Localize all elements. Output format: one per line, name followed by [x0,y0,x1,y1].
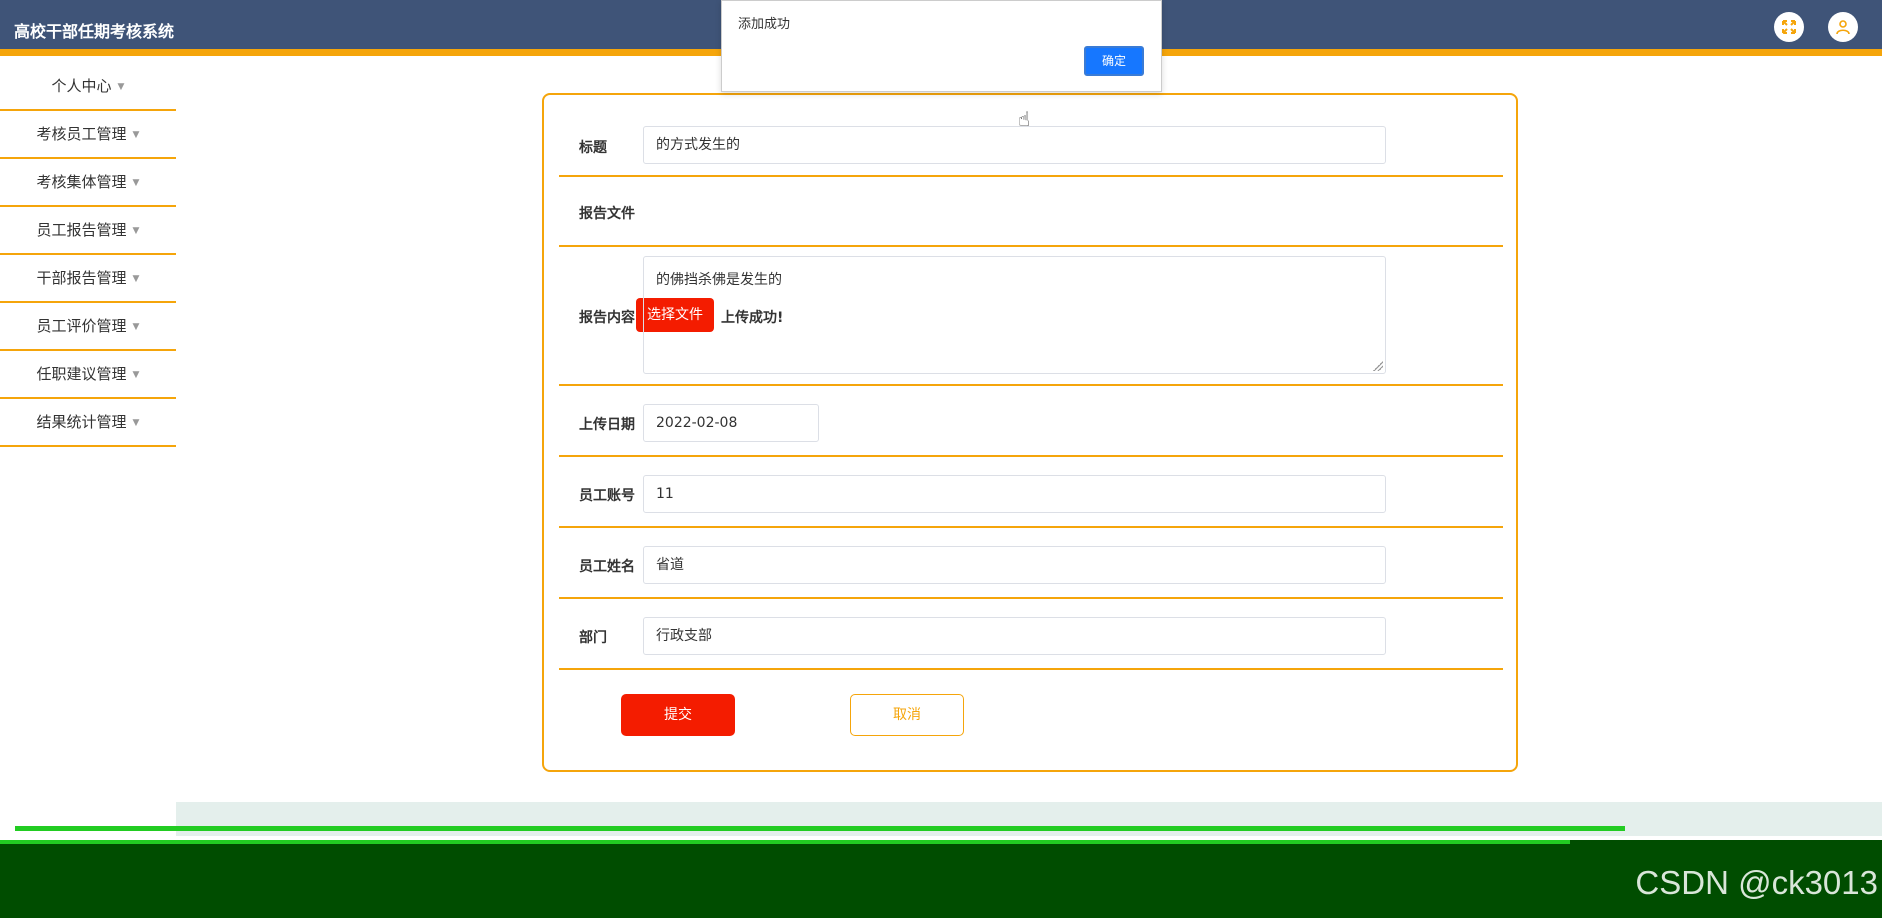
sidebar-item-employee-report[interactable]: 员工报告管理 ▼ [0,207,176,255]
sidebar-item-label: 个人中心 [51,77,112,95]
dialog-message: 添加成功 [738,17,791,32]
user-icon[interactable] [1828,12,1858,42]
caret-down-icon: ▼ [132,226,140,236]
employee-name-input[interactable]: 省道 [643,546,1386,584]
employee-account-label: 员工账号 [579,488,635,504]
report-form: 标题 的方式发生的 报告文件 选择文件 上传成功! 报告内容 的佛挡杀佛是发生的… [542,93,1518,772]
caret-down-icon: ▼ [132,418,140,428]
footer-band [0,840,1882,918]
upload-date-input[interactable]: 2022-02-08 [643,404,819,442]
form-row-employee-name: 员工姓名 省道 [559,528,1503,599]
form-row-report-file: 报告文件 [559,177,1503,247]
title-input[interactable]: 的方式发生的 [643,126,1386,164]
sidebar-item-label: 员工报告管理 [36,221,127,239]
department-input[interactable]: 行政支部 [643,617,1386,655]
report-content-textarea[interactable]: 的佛挡杀佛是发生的 [643,256,1386,374]
caret-down-icon: ▼ [117,82,125,92]
report-content-text: 的佛挡杀佛是发生的 [656,272,782,288]
sidebar-item-label: 员工评价管理 [36,317,127,335]
sidebar-item-assess-group[interactable]: 考核集体管理 ▼ [0,159,176,207]
cancel-button[interactable]: 取消 [850,694,964,736]
app-title: 高校干部任期考核系统 [14,22,175,41]
dialog-ok-button[interactable]: 确定 [1084,46,1144,76]
sidebar-item-appointment-advice[interactable]: 任职建议管理 ▼ [0,351,176,399]
resize-handle-icon[interactable] [1373,361,1383,371]
caret-down-icon: ▼ [132,370,140,380]
form-row-employee-account: 员工账号 11 [559,457,1503,528]
sidebar-item-label: 干部报告管理 [36,269,127,287]
form-row-title: 标题 的方式发生的 [559,95,1503,177]
sidebar-item-cadre-report[interactable]: 干部报告管理 ▼ [0,255,176,303]
sidebar-item-label: 考核员工管理 [36,125,127,143]
sidebar-item-assess-employee[interactable]: 考核员工管理 ▼ [0,111,176,159]
employee-account-input[interactable]: 11 [643,475,1386,513]
caret-down-icon: ▼ [132,178,140,188]
report-content-label: 报告内容 [579,310,635,326]
watermark: CSDN @ck3013 [1635,864,1878,901]
sidebar-item-result-statistics[interactable]: 结果统计管理 ▼ [0,399,176,447]
sidebar: 个人中心 ▼ 考核员工管理 ▼ 考核集体管理 ▼ 员工报告管理 ▼ 干部报告管理 ▼ 员工… [0,63,176,447]
title-label: 标题 [579,140,607,156]
divider [15,826,1625,831]
divider [0,840,1570,844]
department-label: 部门 [579,630,607,646]
sidebar-item-label: 结果统计管理 [36,413,127,431]
sidebar-item-employee-evaluation[interactable]: 员工评价管理 ▼ [0,303,176,351]
submit-button[interactable]: 提交 [621,694,735,736]
caret-down-icon: ▼ [132,274,140,284]
sidebar-item-label: 任职建议管理 [36,365,127,383]
form-row-department: 部门 行政支部 [559,599,1503,670]
employee-name-label: 员工姓名 [579,559,635,575]
alert-dialog: 添加成功 确定 [721,0,1162,92]
report-file-label: 报告文件 [579,206,635,222]
hand-cursor-icon: ☝ [1018,107,1031,131]
sidebar-item-label: 考核集体管理 [36,173,127,191]
caret-down-icon: ▼ [132,322,140,332]
sidebar-item-personal-center[interactable]: 个人中心 ▼ [0,63,176,111]
caret-down-icon: ▼ [132,130,140,140]
form-row-upload-date: 上传日期 2022-02-08 [559,386,1503,457]
upload-date-label: 上传日期 [579,417,635,433]
form-row-report-content: 报告内容 的佛挡杀佛是发生的 [559,247,1503,386]
fullscreen-icon[interactable] [1774,12,1804,42]
